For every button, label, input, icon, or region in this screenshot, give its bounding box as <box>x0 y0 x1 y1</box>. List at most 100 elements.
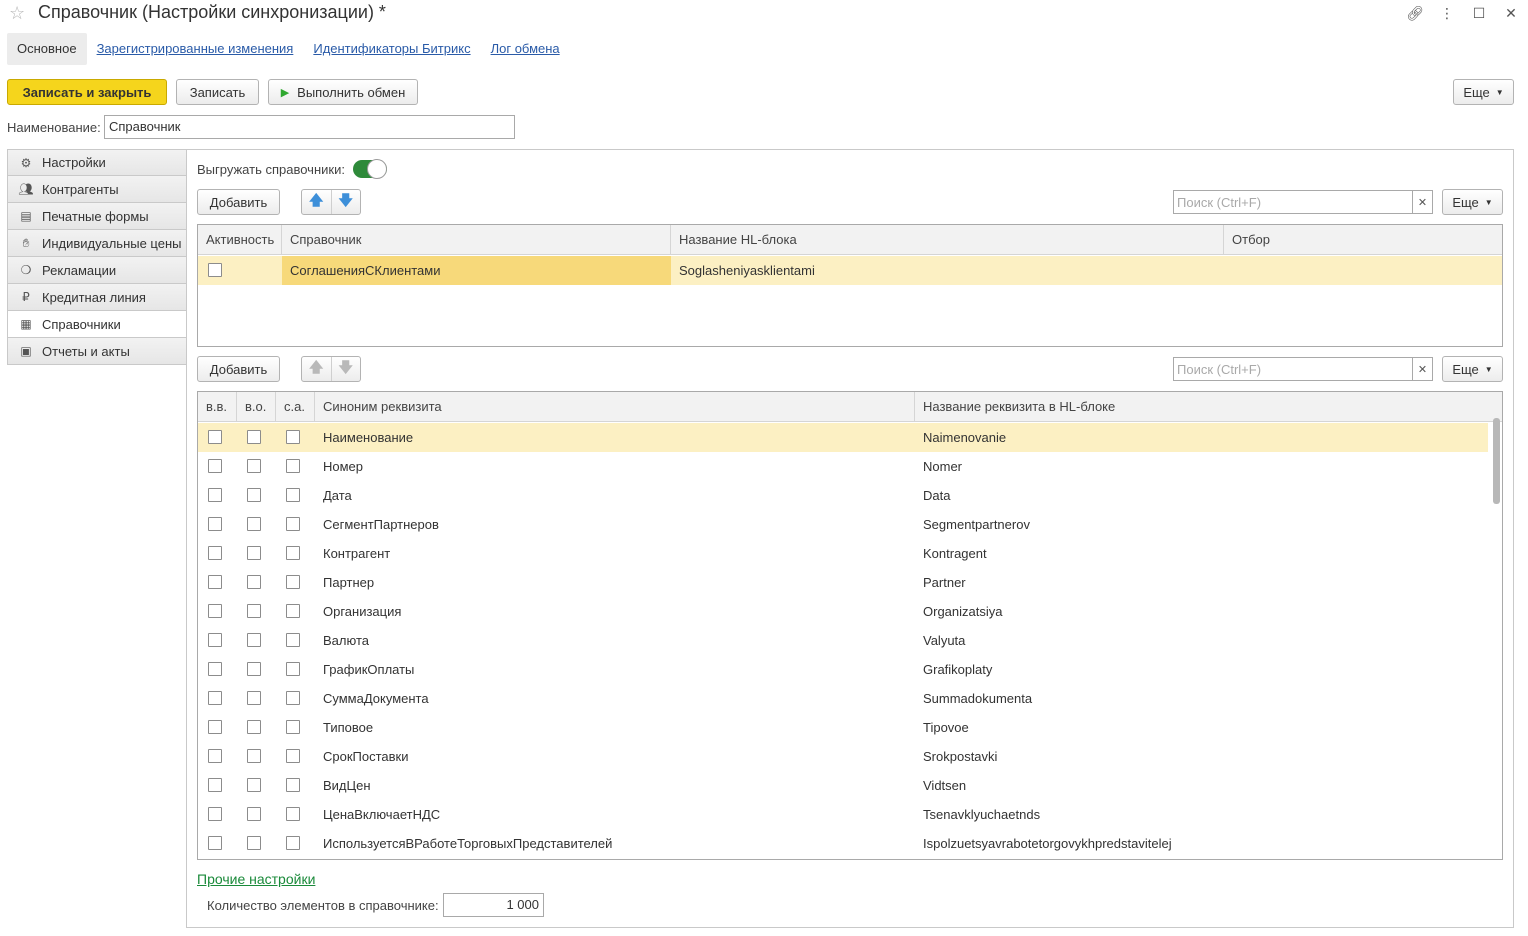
table-row[interactable]: ИспользуетсяВРаботеТорговыхПредставителе… <box>198 829 1488 858</box>
hl-attribute-cell[interactable]: Naimenovanie <box>915 423 1488 452</box>
scrollbar-thumb[interactable] <box>1493 418 1500 504</box>
col-catalog[interactable]: Справочник <box>282 225 671 255</box>
catalog-more-button[interactable]: Еще ▼ <box>1442 189 1503 215</box>
vo-checkbox[interactable] <box>247 459 261 473</box>
sa-checkbox[interactable] <box>286 604 300 618</box>
synonym-cell[interactable]: Номер <box>315 452 915 481</box>
tab-exchange-log[interactable]: Лог обмена <box>481 33 570 65</box>
table-row[interactable]: СрокПоставки Srokpostavki <box>198 742 1488 771</box>
sa-checkbox[interactable] <box>286 662 300 676</box>
col-sa[interactable]: с.а. <box>276 392 315 422</box>
run-exchange-button[interactable]: ▶ Выполнить обмен <box>268 79 418 105</box>
col-vv[interactable]: в.в. <box>198 392 237 422</box>
hl-attribute-cell[interactable]: Srokpostavki <box>915 742 1488 771</box>
vv-checkbox[interactable] <box>208 720 222 734</box>
sa-checkbox[interactable] <box>286 691 300 705</box>
vo-checkbox[interactable] <box>247 575 261 589</box>
sa-checkbox[interactable] <box>286 720 300 734</box>
synonym-cell[interactable]: ИспользуетсяВРаботеТорговыхПредставителе… <box>315 829 915 858</box>
vo-checkbox[interactable] <box>247 517 261 531</box>
move-up-icon[interactable]: 🡅 <box>302 190 331 214</box>
table-row[interactable]: Дата Data <box>198 481 1488 510</box>
hl-attribute-cell[interactable]: Summadokumenta <box>915 684 1488 713</box>
hl-attribute-cell[interactable]: Kontragent <box>915 539 1488 568</box>
sa-checkbox[interactable] <box>286 836 300 850</box>
attribute-more-button[interactable]: Еще ▼ <box>1442 356 1503 382</box>
table-row[interactable]: Наименование Naimenovanie <box>198 423 1488 452</box>
table-row[interactable]: Контрагент Kontragent <box>198 539 1488 568</box>
tab-main[interactable]: Основное <box>7 33 87 65</box>
link-icon[interactable]: 🔗︎ <box>1406 4 1424 22</box>
synonym-cell[interactable]: ЦенаВключаетНДС <box>315 800 915 829</box>
scrollbar[interactable] <box>1492 414 1501 858</box>
synonym-cell[interactable]: ВидЦен <box>315 771 915 800</box>
hl-attribute-cell[interactable]: Nomer <box>915 452 1488 481</box>
sidetab-catalogs[interactable]: ▦ Справочники <box>7 311 187 338</box>
hl-block-cell[interactable]: Soglasheniyasklientami <box>671 256 1224 285</box>
more-vertical-icon[interactable]: ⋮ <box>1438 4 1456 22</box>
table-row[interactable]: ГрафикОплаты Grafikoplaty <box>198 655 1488 684</box>
clear-search-icon[interactable]: ✕ <box>1412 358 1432 380</box>
vo-checkbox[interactable] <box>247 488 261 502</box>
move-up-icon[interactable]: 🡅 <box>302 357 331 381</box>
tab-bitrix-ids[interactable]: Идентификаторы Битрикс <box>303 33 480 65</box>
vo-checkbox[interactable] <box>247 807 261 821</box>
count-input[interactable]: 1 000 <box>443 893 544 917</box>
vv-checkbox[interactable] <box>208 488 222 502</box>
table-row[interactable]: Типовое Tipovoe <box>198 713 1488 742</box>
synonym-cell[interactable]: Дата <box>315 481 915 510</box>
vv-checkbox[interactable] <box>208 691 222 705</box>
vo-checkbox[interactable] <box>247 430 261 444</box>
attribute-search-input[interactable]: Поиск (Ctrl+F) ✕ <box>1173 357 1433 381</box>
col-filter[interactable]: Отбор <box>1224 225 1502 255</box>
synonym-cell[interactable]: Типовое <box>315 713 915 742</box>
table-row[interactable]: Валюта Valyuta <box>198 626 1488 655</box>
export-catalogs-toggle[interactable] <box>353 159 387 179</box>
close-icon[interactable]: ✕ <box>1502 4 1520 22</box>
add-catalog-button[interactable]: Добавить <box>197 189 280 215</box>
vv-checkbox[interactable] <box>208 633 222 647</box>
table-row[interactable]: ЦенаВключаетНДС Tsenavklyuchaetnds <box>198 800 1488 829</box>
vo-checkbox[interactable] <box>247 633 261 647</box>
sa-checkbox[interactable] <box>286 459 300 473</box>
sa-checkbox[interactable] <box>286 546 300 560</box>
hl-attribute-cell[interactable]: Partner <box>915 568 1488 597</box>
sa-checkbox[interactable] <box>286 488 300 502</box>
vo-checkbox[interactable] <box>247 720 261 734</box>
sa-checkbox[interactable] <box>286 633 300 647</box>
table-row[interactable]: ВидЦен Vidtsen <box>198 771 1488 800</box>
table-row[interactable]: СоглашенияСКлиентами Soglasheniyasklient… <box>198 256 1502 285</box>
more-button[interactable]: Еще ▼ <box>1453 79 1514 105</box>
hl-attribute-cell[interactable]: Data <box>915 481 1488 510</box>
filter-cell[interactable] <box>1224 256 1502 285</box>
sidetab-claims[interactable]: ❍ Рекламации <box>7 257 187 284</box>
vv-checkbox[interactable] <box>208 778 222 792</box>
vo-checkbox[interactable] <box>247 778 261 792</box>
other-settings-link[interactable]: Прочие настройки <box>197 871 315 887</box>
active-checkbox[interactable] <box>208 263 222 277</box>
vo-checkbox[interactable] <box>247 662 261 676</box>
vo-checkbox[interactable] <box>247 749 261 763</box>
name-input[interactable]: Справочник <box>104 115 515 139</box>
synonym-cell[interactable]: СегментПартнеров <box>315 510 915 539</box>
hl-attribute-cell[interactable]: Organizatsiya <box>915 597 1488 626</box>
favorite-star-icon[interactable]: ☆ <box>9 3 25 24</box>
vo-checkbox[interactable] <box>247 546 261 560</box>
move-down-icon[interactable]: 🡇 <box>330 190 361 214</box>
synonym-cell[interactable]: ГрафикОплаты <box>315 655 915 684</box>
tab-registered-changes[interactable]: Зарегистрированные изменения <box>87 33 304 65</box>
sa-checkbox[interactable] <box>286 575 300 589</box>
clear-search-icon[interactable]: ✕ <box>1412 191 1432 213</box>
vo-checkbox[interactable] <box>247 604 261 618</box>
col-active[interactable]: Активность <box>198 225 282 255</box>
table-row[interactable]: Партнер Partner <box>198 568 1488 597</box>
table-row[interactable]: Номер Nomer <box>198 452 1488 481</box>
sidetab-settings[interactable]: ⚙ Настройки <box>7 149 187 176</box>
move-down-icon[interactable]: 🡇 <box>330 357 361 381</box>
vv-checkbox[interactable] <box>208 749 222 763</box>
sa-checkbox[interactable] <box>286 749 300 763</box>
vv-checkbox[interactable] <box>208 807 222 821</box>
save-button[interactable]: Записать <box>176 79 259 105</box>
vv-checkbox[interactable] <box>208 546 222 560</box>
synonym-cell[interactable]: СрокПоставки <box>315 742 915 771</box>
